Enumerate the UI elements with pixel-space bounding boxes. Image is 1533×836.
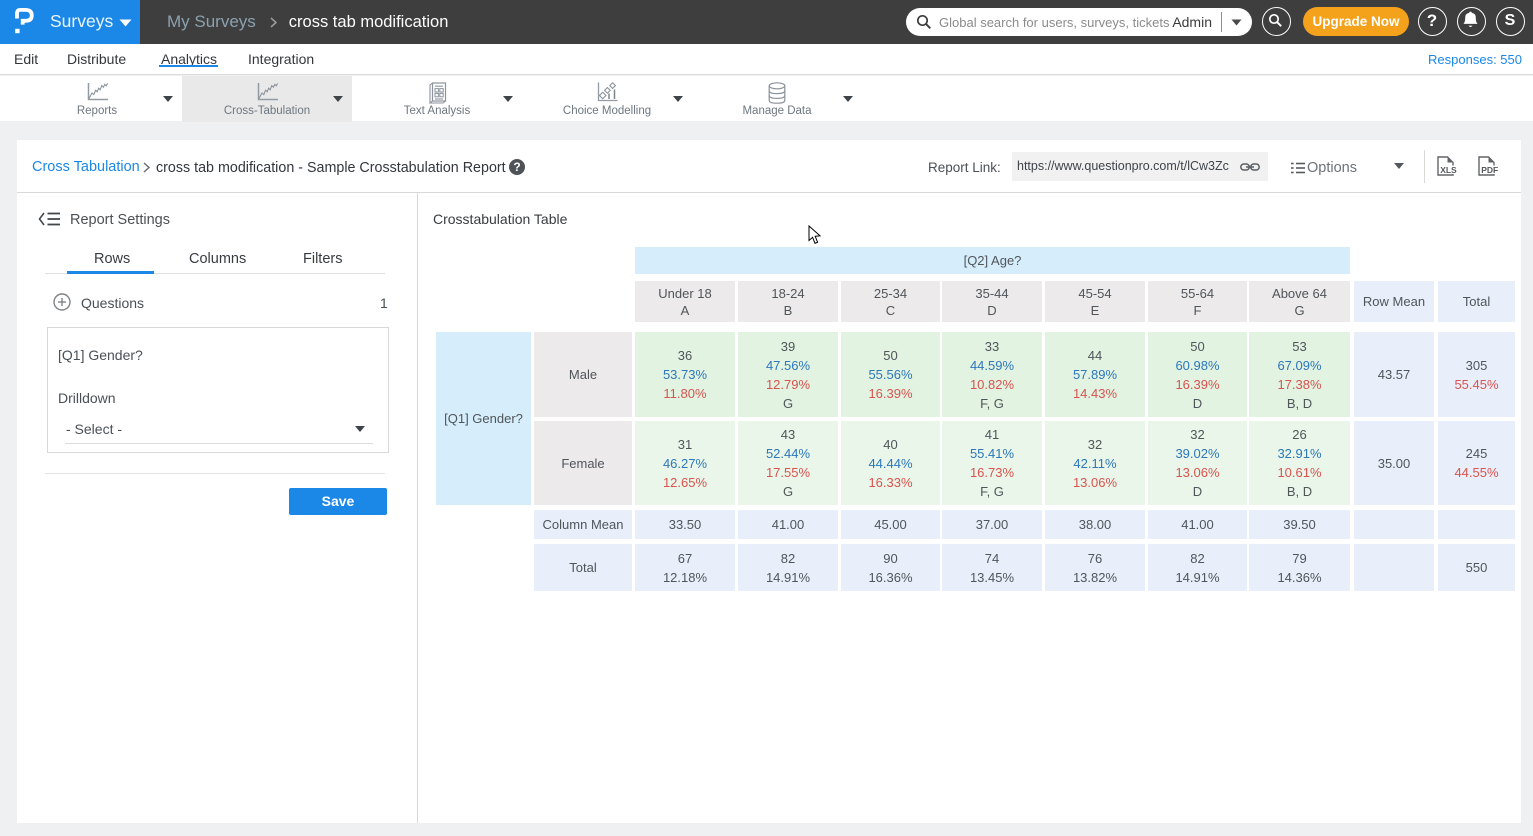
svg-text:PDF: PDF xyxy=(1481,165,1498,175)
svg-text:XLS: XLS xyxy=(1440,165,1457,175)
